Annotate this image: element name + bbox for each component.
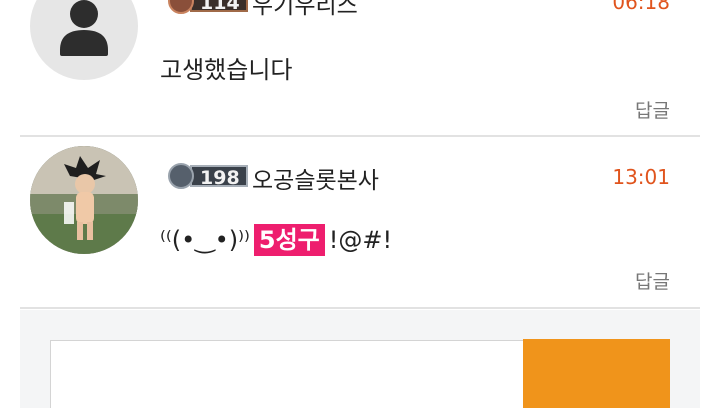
comment-input-area bbox=[20, 310, 700, 408]
reply-button[interactable]: 답글 bbox=[635, 96, 670, 123]
level-number: 198 bbox=[190, 165, 248, 189]
submit-comment-button[interactable] bbox=[523, 339, 670, 408]
comment-text-highlight: 5성구 bbox=[253, 224, 325, 256]
comment-text: ⁽⁽(•‿•)⁾⁾ 5성구 !@#! bbox=[160, 224, 392, 256]
comment-text-emoticon: ⁽⁽(•‿•)⁾⁾ bbox=[160, 226, 250, 254]
comment-time: 13:01 bbox=[612, 165, 670, 189]
comment-nickname[interactable]: 오공슬롯본사 bbox=[252, 161, 379, 195]
comment-input[interactable] bbox=[50, 340, 524, 408]
user-photo-image bbox=[30, 146, 138, 254]
reply-button[interactable]: 답글 bbox=[635, 267, 670, 294]
user-silhouette-icon bbox=[60, 0, 108, 56]
comment-text: 고생했습니다 bbox=[160, 56, 293, 84]
comment-text-suffix: !@#! bbox=[328, 226, 393, 254]
level-badge: 198 bbox=[168, 163, 248, 189]
comment-divider bbox=[20, 307, 700, 309]
level-number: 114 bbox=[190, 0, 248, 14]
avatar[interactable] bbox=[30, 146, 138, 254]
level-badge-icon bbox=[168, 163, 194, 189]
comment-time: 06:18 bbox=[612, 0, 670, 14]
comment-nickname[interactable]: 우기우리스 bbox=[252, 0, 358, 20]
avatar[interactable] bbox=[30, 0, 138, 80]
comment-item: 114 우기우리스 06:18 고생했습니다 답글 bbox=[20, 0, 700, 136]
level-badge: 114 bbox=[168, 0, 248, 14]
comment-item: 198 오공슬롯본사 13:01 ⁽⁽(•‿•)⁾⁾ 5성구 !@#! 답글 bbox=[20, 137, 700, 308]
